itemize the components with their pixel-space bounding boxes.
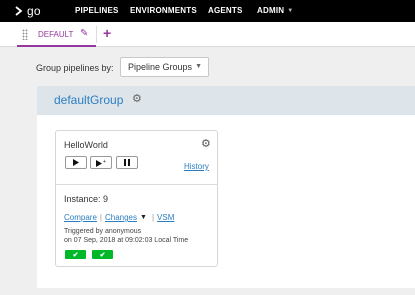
tab-divider (96, 26, 97, 43)
logo-text: go (27, 4, 41, 18)
triggered-by: Triggered by anonymous (64, 228, 142, 235)
compare-link[interactable]: Compare (64, 213, 97, 222)
chevron-down-icon: ▼ (287, 7, 294, 14)
nav-agents[interactable]: AGENTS (208, 6, 243, 15)
add-tab-button[interactable]: + (103, 25, 111, 41)
nav-pipelines[interactable]: PIPELINES (75, 6, 119, 15)
edit-pencil-icon[interactable]: ✎ (80, 28, 88, 39)
instance-label: Instance: 9 (64, 194, 109, 204)
history-link[interactable]: History (184, 162, 209, 171)
trigger-button[interactable] (65, 156, 87, 169)
group-by-label: Group pipelines by: (36, 63, 114, 73)
vsm-link[interactable]: VSM (157, 213, 174, 222)
tab-default[interactable]: DEFAULT ✎ (17, 22, 96, 47)
nav-environments[interactable]: ENVIRONMENTS (130, 6, 197, 15)
pipeline-name: HelloWorld (64, 140, 108, 150)
tab-bar: DEFAULT ✎ + (0, 22, 415, 47)
pipeline-card-header: HelloWorld ⚙ + History (56, 131, 217, 185)
group-title[interactable]: defaultGroup (54, 93, 123, 107)
changes-link[interactable]: Changes (105, 213, 137, 222)
gear-icon[interactable]: ⚙ (201, 137, 211, 150)
pipeline-links: Compare | Changes ▼ | VSM (64, 213, 174, 222)
triggered-on: on 07 Sep, 2018 at 09:02:03 Local Time (64, 237, 189, 244)
trigger-info: Triggered by anonymous on 07 Sep, 2018 a… (64, 227, 188, 245)
pipeline-card: HelloWorld ⚙ + History Instance: 9 Compa… (55, 130, 218, 267)
top-nav: go PIPELINES ENVIRONMENTS AGENTS ADMIN ▼ (0, 0, 415, 22)
play-icon (73, 159, 79, 166)
check-icon: ✔ (72, 251, 79, 259)
drag-handle-icon[interactable] (22, 29, 28, 40)
nav-admin[interactable]: ADMIN ▼ (257, 6, 293, 15)
nav-admin-label: ADMIN (257, 6, 285, 15)
go-logo[interactable]: go (14, 3, 41, 19)
link-separator: | (151, 213, 155, 222)
caret-down-icon: ▼ (195, 63, 202, 70)
check-icon: ✔ (99, 251, 106, 259)
svg-text:+: + (103, 159, 106, 165)
tab-default-label: DEFAULT (38, 30, 74, 39)
gear-icon[interactable]: ⚙ (132, 92, 142, 105)
pause-icon (124, 159, 130, 166)
link-separator: | (99, 213, 102, 222)
play-with-options-icon: + (95, 159, 106, 167)
pause-button[interactable] (116, 156, 138, 169)
stage-passed-indicator[interactable]: ✔ (65, 250, 86, 259)
group-by-select[interactable]: Pipeline Groups ▼ (120, 57, 209, 77)
trigger-with-options-button[interactable]: + (90, 156, 112, 169)
stage-passed-indicator[interactable]: ✔ (92, 250, 113, 259)
group-by-selected-value: Pipeline Groups (128, 62, 193, 72)
changes-dropdown-icon[interactable]: ▼ (140, 214, 147, 221)
go-logo-icon (15, 6, 23, 16)
pipeline-group-header: defaultGroup ⚙ (37, 86, 415, 115)
